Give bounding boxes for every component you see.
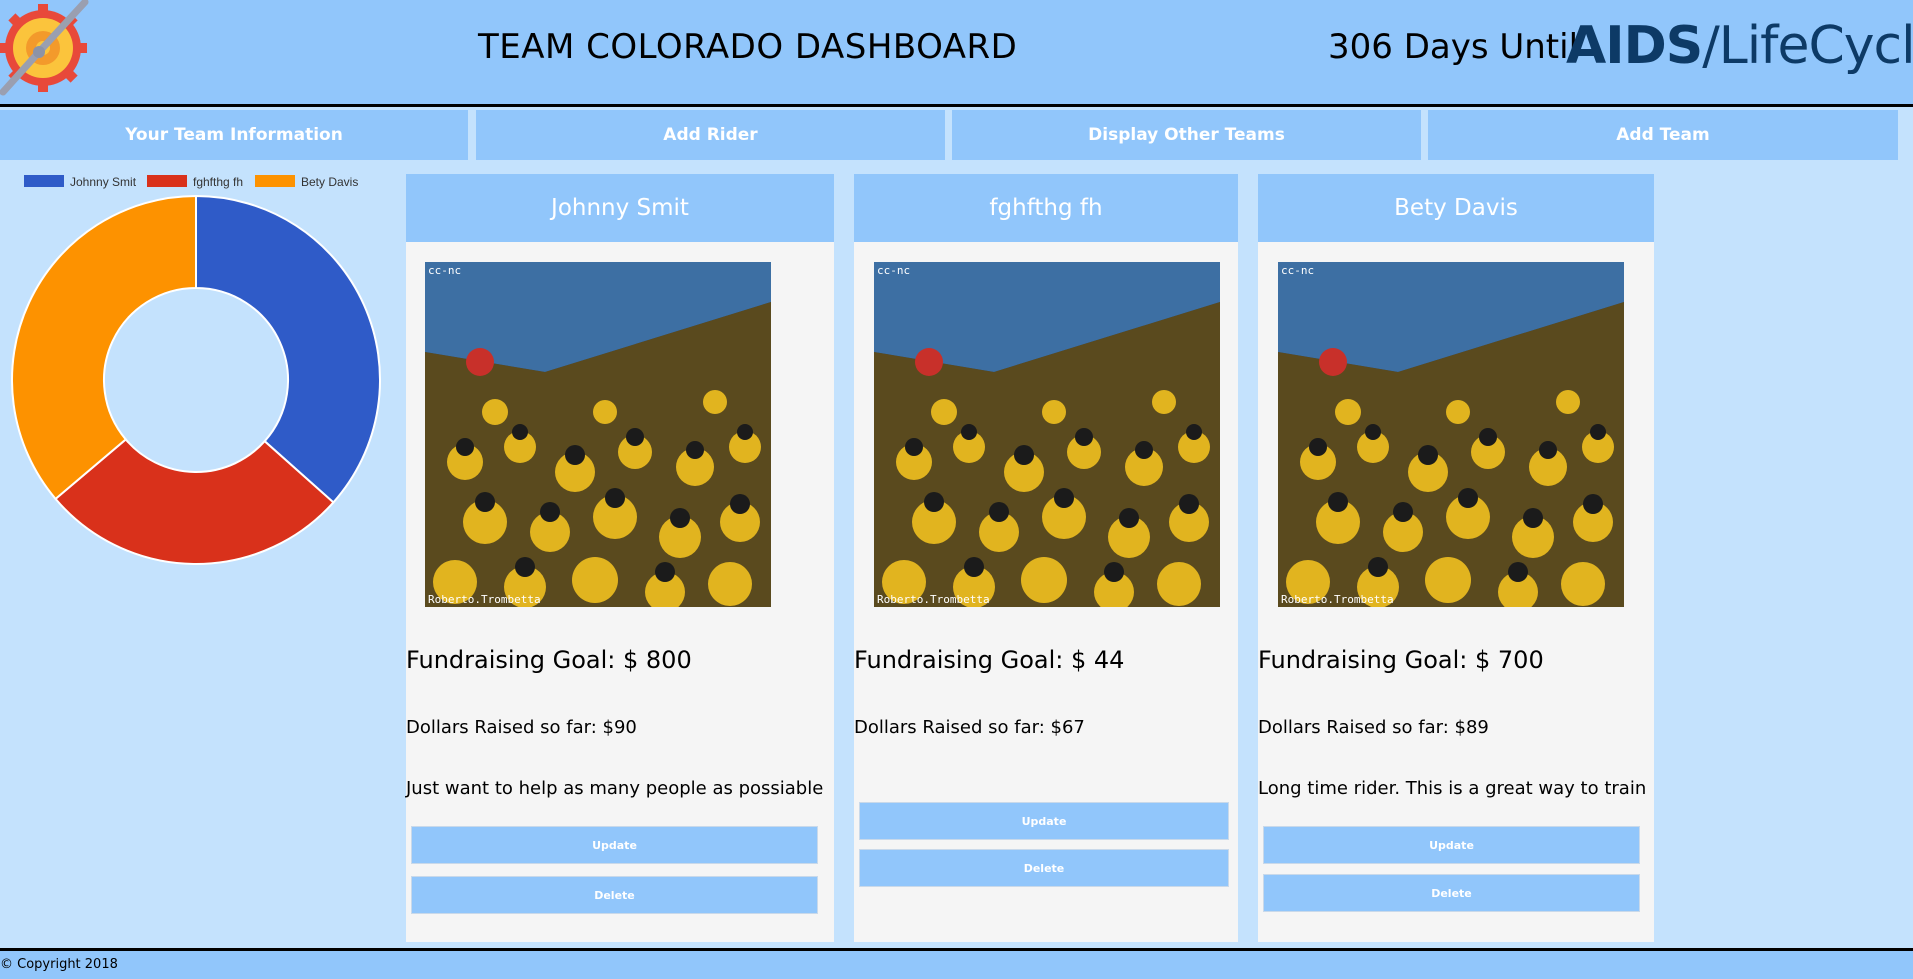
photo-watermark-bottom: Roberto.Trombetta — [877, 593, 990, 606]
dollars-raised: Dollars Raised so far: $67 — [854, 717, 1085, 738]
nav-add-rider-button[interactable]: Add Rider — [476, 110, 945, 160]
rider-card: Johnny Smit cc-nc Roberto.Trombetta Fund… — [406, 174, 834, 942]
copyright-text: © Copyright 2018 — [0, 957, 118, 972]
page-footer: © Copyright 2018 — [0, 948, 1913, 979]
crowd-photo-image: cc-nc Roberto.Trombetta — [425, 262, 771, 607]
legend-swatch-3[interactable] — [255, 175, 295, 187]
page-header: TEAM COLORADO DASHBOARD 306 Days Until A… — [0, 0, 1913, 107]
nav-your-team-information-button[interactable]: Your Team Information — [0, 110, 468, 160]
photo-watermark-bottom: Roberto.Trombetta — [1281, 593, 1394, 606]
rider-name: Johnny Smit — [406, 174, 834, 242]
rider-card: fghfthg fh cc-nc Roberto.Trombetta Fundr… — [854, 174, 1238, 942]
doughnut-slice-1[interactable] — [195, 194, 381, 504]
update-button[interactable]: Update — [411, 826, 818, 864]
photo-watermark-top: cc-nc — [428, 264, 461, 277]
crowd-photo-image: cc-nc Roberto.Trombetta — [874, 262, 1220, 607]
delete-button[interactable]: Delete — [859, 849, 1229, 887]
photo-watermark-bottom: Roberto.Trombetta — [428, 593, 541, 606]
fundraising-goal: Fundraising Goal: $ 800 — [406, 646, 692, 674]
aids-lifecycle-logo: AIDS/LifeCycle® — [1566, 16, 1913, 76]
rider-name: fghfthg fh — [854, 174, 1238, 242]
dollars-raised: Dollars Raised so far: $90 — [406, 717, 637, 738]
crowd-photo-image: cc-nc Roberto.Trombetta — [1278, 262, 1624, 607]
update-button[interactable]: Update — [859, 802, 1229, 840]
rider-bio: Just want to help as many people as poss… — [406, 778, 824, 799]
delete-button[interactable]: Delete — [1263, 874, 1640, 912]
countdown-text: 306 Days Until — [1328, 27, 1579, 67]
nav-add-team-button[interactable]: Add Team — [1428, 110, 1898, 160]
rider-photo: cc-nc Roberto.Trombetta — [874, 262, 1220, 607]
delete-button[interactable]: Delete — [411, 876, 818, 914]
rider-photo: cc-nc Roberto.Trombetta — [425, 262, 771, 607]
legend-label-3[interactable]: Bety Davis — [301, 175, 358, 189]
bike-gear-logo-icon — [0, 0, 89, 96]
doughnut-slice-3[interactable] — [11, 194, 197, 501]
rider-card: Bety Davis cc-nc Roberto.Trombetta Fundr… — [1258, 174, 1654, 942]
page-title: TEAM COLORADO DASHBOARD — [478, 27, 1018, 67]
legend-label-1[interactable]: Johnny Smit — [70, 175, 137, 189]
main-nav: Your Team Information Add Rider Display … — [0, 110, 1913, 162]
rider-bio: Long time rider. This is a great way to … — [1258, 778, 1647, 799]
fundraising-goal: Fundraising Goal: $ 44 — [854, 646, 1125, 674]
legend-swatch-2[interactable] — [147, 175, 187, 187]
dollars-raised: Dollars Raised so far: $89 — [1258, 717, 1489, 738]
legend-label-2[interactable]: fghfthg fh — [193, 175, 243, 189]
update-button[interactable]: Update — [1263, 826, 1640, 864]
legend-swatch-1[interactable] — [24, 175, 64, 187]
rider-photo: cc-nc Roberto.Trombetta — [1278, 262, 1624, 607]
nav-display-other-teams-button[interactable]: Display Other Teams — [952, 110, 1421, 160]
photo-watermark-top: cc-nc — [1281, 264, 1314, 277]
photo-watermark-top: cc-nc — [877, 264, 910, 277]
rider-name: Bety Davis — [1258, 174, 1654, 242]
fundraising-goal: Fundraising Goal: $ 700 — [1258, 646, 1544, 674]
fundraising-doughnut-chart: Johnny Smit fghfthg fh Bety Davis — [11, 175, 381, 565]
